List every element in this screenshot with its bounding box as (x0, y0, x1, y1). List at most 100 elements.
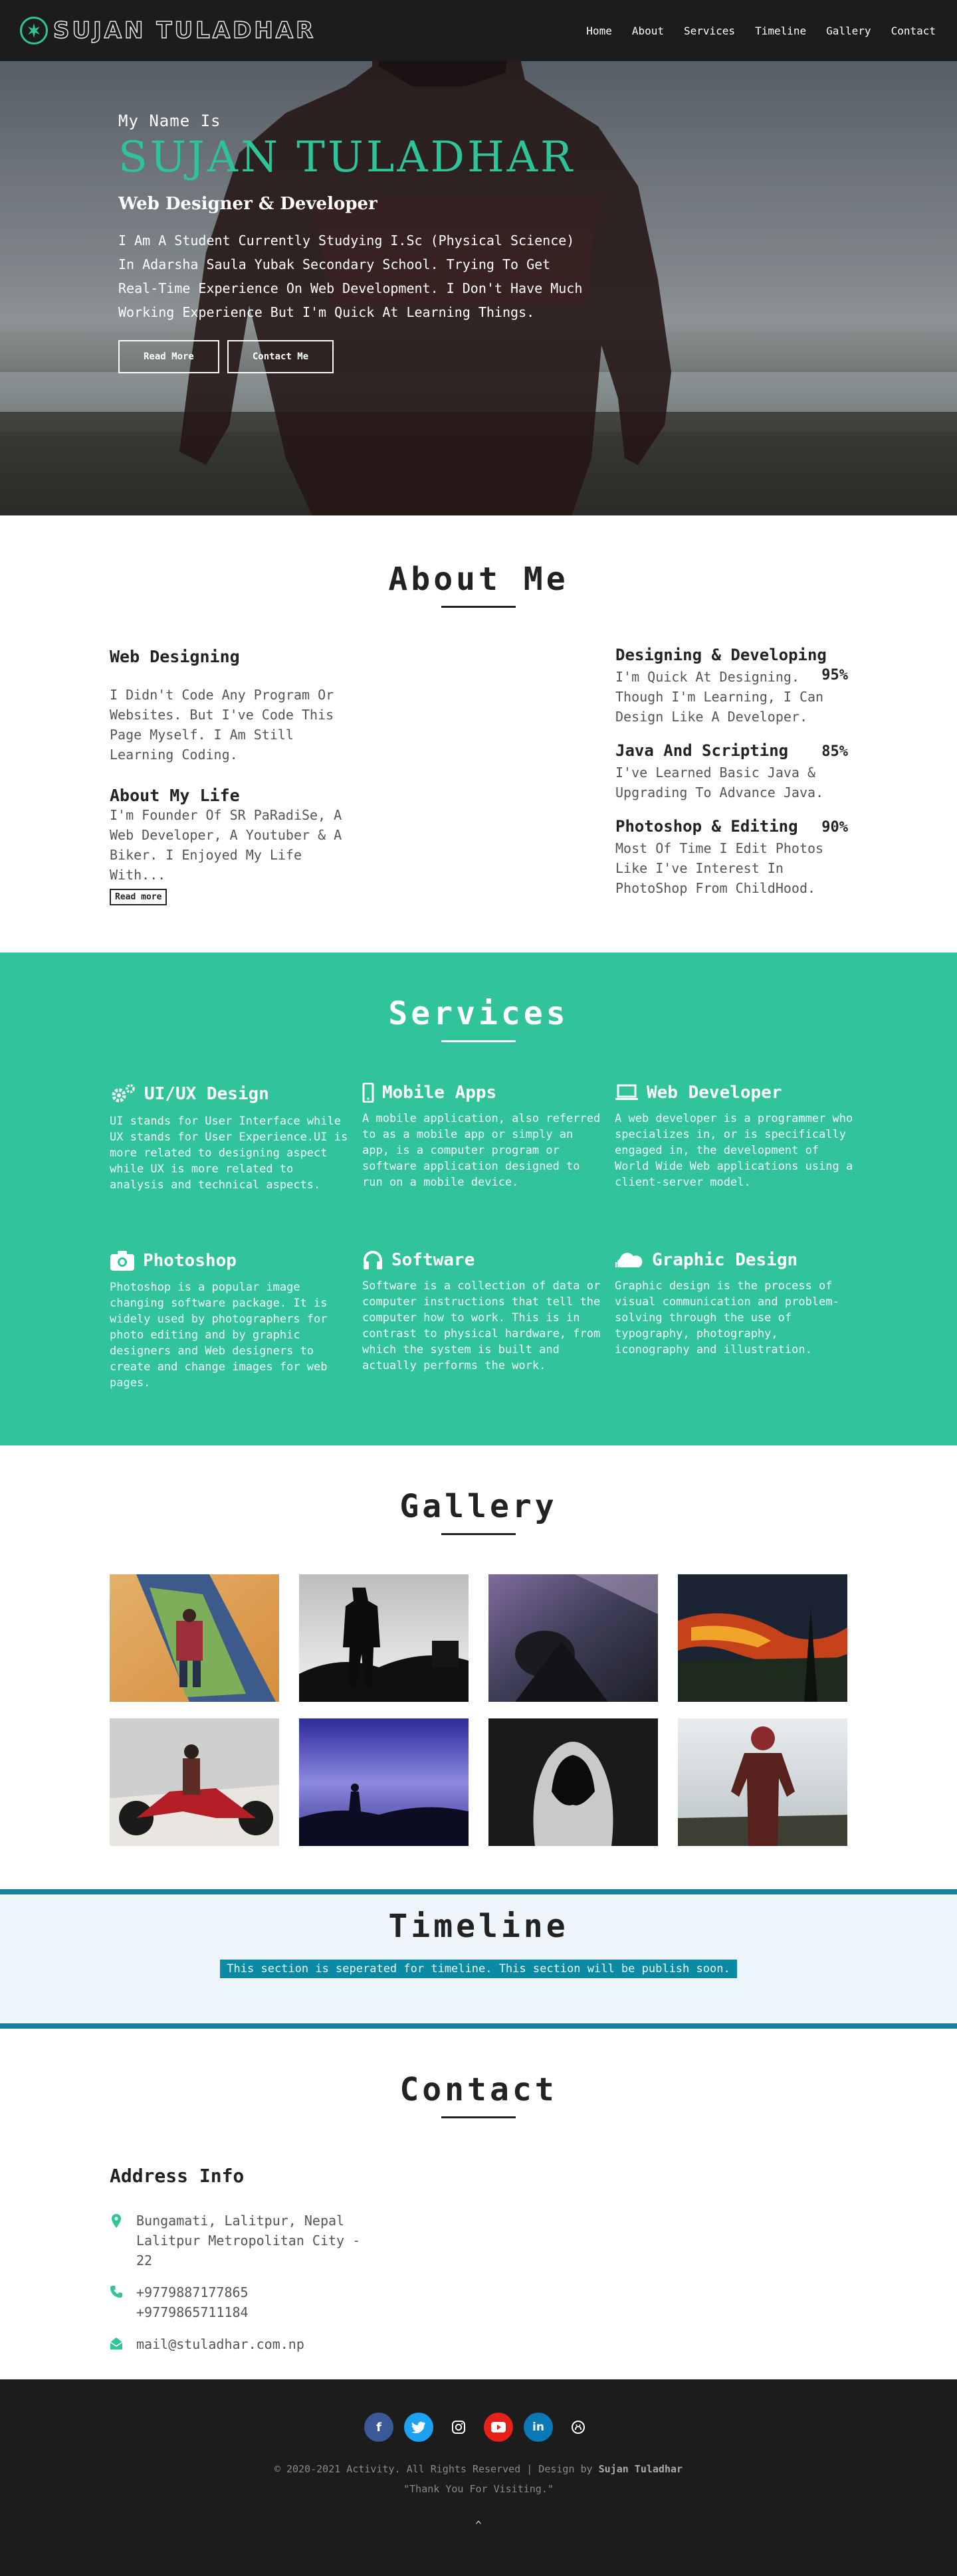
address-row: Bungamati, Lalitpur, Nepal Lalitpur Metr… (110, 2211, 455, 2270)
youtube-icon[interactable] (484, 2413, 513, 2442)
skill-percent: 85% (821, 743, 848, 760)
hero-intro: My Name Is (118, 112, 221, 130)
twitter-icon[interactable] (404, 2413, 433, 2442)
contact-title: Contact (399, 2071, 558, 2108)
brand-name: SUJAN TULADHAR (53, 17, 316, 45)
skill-description: I've Learned Basic Java & Upgrading To A… (615, 765, 824, 800)
skill-item: Designing & Developing 95% I'm Quick At … (615, 646, 848, 727)
timeline-notice: This section is seperated for timeline. … (220, 1960, 737, 1978)
gallery-image[interactable] (678, 1574, 847, 1702)
linkedin-icon[interactable]: in (524, 2413, 553, 2442)
service-description: Photoshop is a popular image changing so… (110, 1281, 328, 1390)
address-line: Lalitpur Metropolitan City - (136, 2233, 361, 2249)
skill-percent: 95% (821, 667, 848, 684)
cloud-icon (615, 1253, 643, 1267)
gears-icon (112, 1084, 135, 1103)
service-title: Graphic Design (652, 1250, 798, 1270)
footer: f in © 2020-2021 Activity. All Rights Re… (0, 2379, 957, 2576)
skill-item: Photoshop & Editing 90% Most Of Time I Ed… (615, 817, 848, 898)
hero-buttons: Read More Contact Me (118, 340, 584, 374)
service-description: Graphic design is the process of visual … (615, 1279, 839, 1356)
about-read-more-button[interactable]: Read more (110, 889, 167, 905)
instagram-icon[interactable] (444, 2413, 473, 2442)
brand[interactable]: SUJAN TULADHAR (20, 17, 316, 45)
about-title: About Me (388, 561, 569, 598)
email-address[interactable]: mail@stuladhar.com.np (136, 2334, 304, 2354)
address-info: Address Info Bungamati, Lalitpur, Nepal … (110, 2165, 455, 2366)
about-section: About Me Web Designing I Didn't Code Any… (0, 515, 957, 953)
contact-title-underline (441, 2116, 516, 2118)
top-navbar: SUJAN TULADHAR Home About Services Timel… (0, 0, 957, 61)
hero-role: Web Designer & Developer (118, 194, 377, 215)
read-more-button[interactable]: Read More (118, 340, 219, 374)
hero-name: SUJAN TULADHAR (118, 133, 576, 182)
web-designing-heading: Web Designing (110, 647, 240, 666)
service-title: Web Developer (647, 1083, 782, 1103)
phone-icon (110, 2286, 122, 2298)
service-card-graphic-design: Graphic Design Graphic design is the pro… (615, 1250, 854, 1358)
nav-link-about[interactable]: About (632, 25, 664, 37)
contact-me-button[interactable]: Contact Me (227, 340, 334, 374)
headphones-icon (364, 1251, 382, 1269)
hero-content: My Name Is SUJAN TULADHAR Web Designer &… (118, 112, 584, 374)
skill-name: Designing & Developing (615, 646, 827, 664)
hero-section: My Name Is SUJAN TULADHAR Web Designer &… (0, 0, 957, 515)
designer-name[interactable]: Sujan Tuladhar (599, 2463, 683, 2475)
service-description: Software is a collection of data or comp… (362, 1279, 601, 1372)
gallery-image[interactable] (110, 1718, 279, 1846)
gallery-image[interactable] (488, 1574, 658, 1702)
laptop-icon (615, 1084, 638, 1100)
gallery-image[interactable] (678, 1718, 847, 1846)
camera-icon (110, 1251, 134, 1271)
web-designing-text: I Didn't Code Any Program Or Websites. B… (110, 687, 334, 763)
gallery-image[interactable] (110, 1574, 279, 1702)
contact-section: Contact Address Info Bungamati, Lalitpur… (0, 2029, 957, 2379)
gallery-image[interactable] (488, 1718, 658, 1846)
service-card-photoshop: Photoshop Photoshop is a popular image c… (110, 1250, 349, 1391)
services-title: Services (388, 995, 569, 1032)
address-line: 22 (136, 2253, 153, 2268)
service-card-web-developer: Web Developer A web developer is a progr… (615, 1083, 854, 1190)
github-icon[interactable] (564, 2413, 593, 2442)
skill-item: Java And Scripting 85% I've Learned Basic… (615, 741, 848, 802)
facebook-icon[interactable]: f (364, 2413, 393, 2442)
about-left-column: Web Designing I Didn't Code Any Program … (110, 647, 349, 905)
timeline-title: Timeline (388, 1908, 569, 1945)
address-info-title: Address Info (110, 2165, 245, 2187)
skill-percent: 90% (821, 819, 848, 836)
timeline-section: Timeline This section is seperated for t… (0, 1889, 957, 2029)
gallery-image[interactable] (299, 1718, 469, 1846)
scroll-to-top-button[interactable]: ^ (471, 2519, 486, 2535)
skill-description: I'm Quick At Designing. Though I'm Learn… (615, 669, 824, 725)
about-life-heading: About My Life (110, 786, 240, 805)
service-card-ui-ux: UI/UX Design UI stands for User Interfac… (110, 1083, 349, 1193)
gallery-grid (110, 1574, 847, 1846)
skill-name: Java And Scripting (615, 741, 789, 760)
service-title: Mobile Apps (382, 1083, 497, 1103)
nav-link-timeline[interactable]: Timeline (755, 25, 806, 37)
thanks-text: "Thank You For Visiting." (403, 2483, 554, 2495)
phone-number[interactable]: +9779887177865 (136, 2282, 249, 2302)
nav-link-services[interactable]: Services (684, 25, 735, 37)
email-row: mail@stuladhar.com.np (110, 2334, 455, 2354)
gallery-section: Gallery (0, 1445, 957, 1889)
service-card-mobile-apps: Mobile Apps A mobile application, also r… (362, 1083, 601, 1190)
nav-link-home[interactable]: Home (586, 25, 612, 37)
nav-link-gallery[interactable]: Gallery (826, 25, 871, 37)
skills-column: Designing & Developing 95% I'm Quick At … (615, 646, 848, 913)
gallery-image[interactable] (299, 1574, 469, 1702)
nav-link-contact[interactable]: Contact (891, 25, 936, 37)
service-title: UI/UX Design (144, 1084, 269, 1104)
skill-description: Most Of Time I Edit Photos Like I've Int… (615, 840, 824, 896)
mobile-icon (362, 1083, 374, 1103)
address-line: Bungamati, Lalitpur, Nepal (136, 2213, 345, 2229)
envelope-open-icon (110, 2338, 123, 2349)
hero-description: I Am A Student Currently Studying I.Sc (… (118, 232, 583, 321)
gallery-title-underline (441, 1533, 516, 1535)
service-card-software: Software Software is a collection of dat… (362, 1250, 601, 1374)
about-life-text: I'm Founder Of SR PaRadiSe, A Web Develo… (110, 807, 342, 883)
social-links: f in (0, 2413, 957, 2442)
phone-number[interactable]: +9779865711184 (136, 2302, 249, 2322)
service-title: Photoshop (143, 1251, 237, 1271)
copyright-prefix: © 2020-2021 Activity. All Rights Reserve… (274, 2463, 593, 2475)
